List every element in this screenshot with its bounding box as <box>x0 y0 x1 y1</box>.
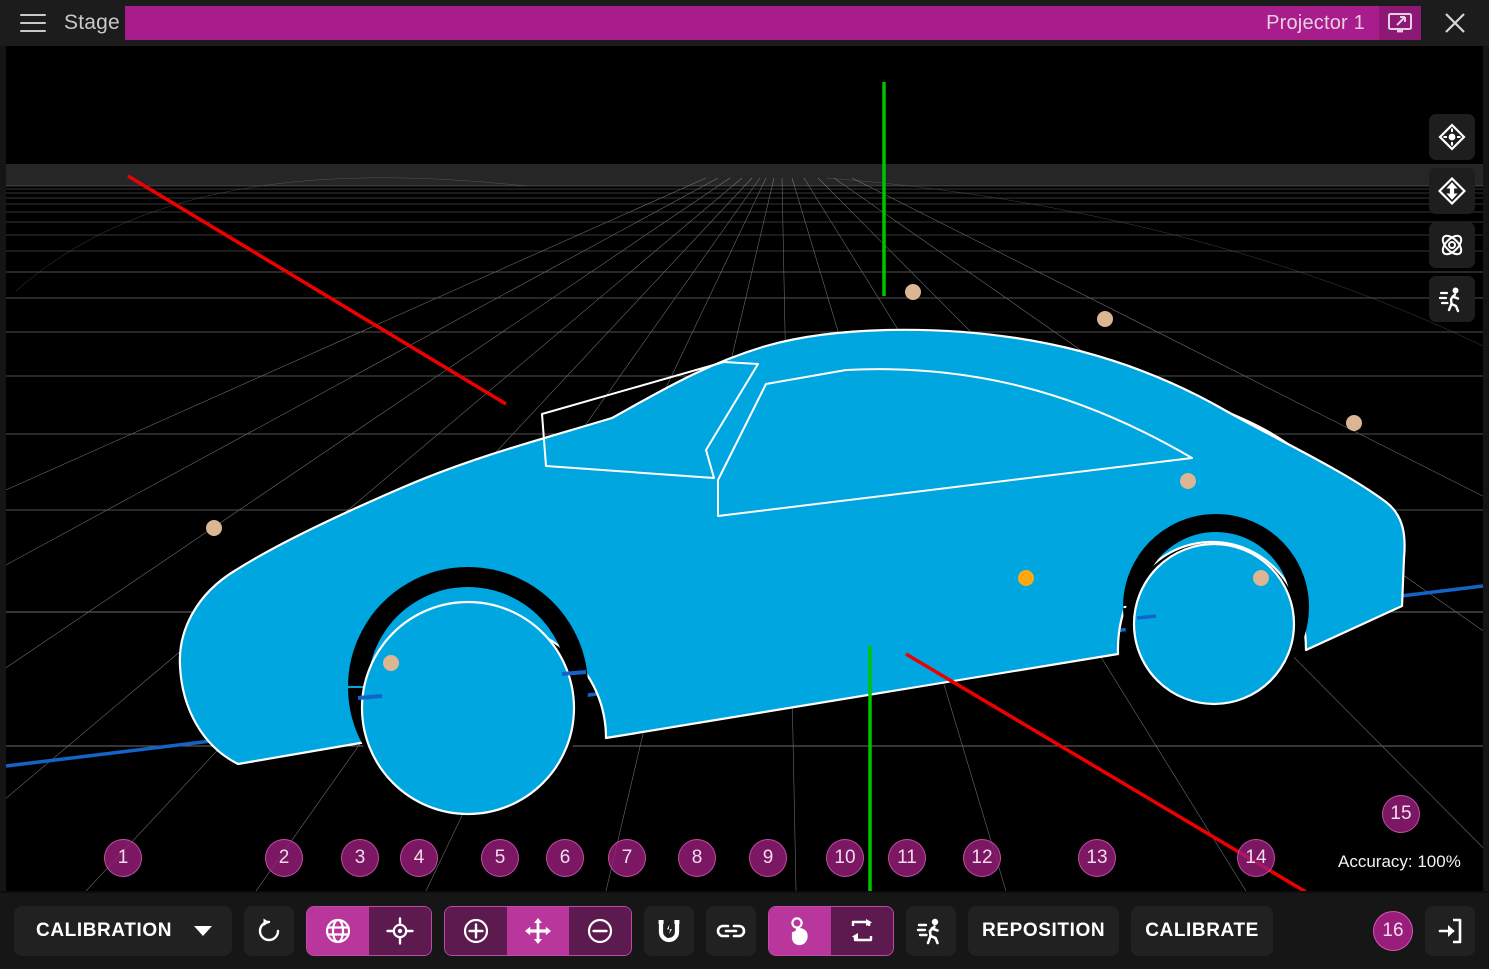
annotation-badge[interactable]: 5 <box>481 839 519 877</box>
remove-point-button[interactable] <box>569 907 631 955</box>
touch-select-toggle[interactable] <box>769 907 831 955</box>
annotation-badge[interactable]: 9 <box>749 839 787 877</box>
3d-scene <box>6 46 1483 891</box>
orbit-rotate-tool[interactable] <box>1429 222 1475 268</box>
reposition-label: REPOSITION <box>982 920 1105 942</box>
calibration-point-marker[interactable] <box>905 284 921 300</box>
reposition-button[interactable]: REPOSITION <box>968 906 1119 956</box>
annotation-badge[interactable]: 14 <box>1237 839 1275 877</box>
walk-mode-button[interactable] <box>906 906 956 956</box>
move-point-button[interactable] <box>507 907 569 955</box>
bottom-toolbar: CALIBRATION <box>0 891 1489 969</box>
mode-select-dropdown[interactable]: CALIBRATION <box>14 906 232 956</box>
walk-tool[interactable] <box>1429 276 1475 322</box>
annotation-badge-16[interactable]: 16 <box>1373 911 1413 951</box>
calibration-point-marker[interactable] <box>1253 570 1269 586</box>
annotation-badge[interactable]: 10 <box>826 839 864 877</box>
target-space-toggle[interactable] <box>369 907 431 955</box>
interaction-toggle-group <box>768 906 894 956</box>
calibration-point-marker[interactable] <box>206 520 222 536</box>
annotation-badge[interactable]: 6 <box>546 839 584 877</box>
accuracy-label: Accuracy: 100% <box>1338 852 1461 872</box>
loop-cycle-toggle[interactable] <box>831 907 893 955</box>
elevate-tool[interactable] <box>1429 168 1475 214</box>
annotation-badge[interactable]: 13 <box>1078 839 1116 877</box>
calibration-point-marker[interactable] <box>1018 570 1034 586</box>
annotation-badge[interactable]: 1 <box>104 839 142 877</box>
annotation-badge[interactable]: 15 <box>1382 795 1420 833</box>
projector-name-label: Projector 1 <box>1266 12 1365 35</box>
3d-viewport[interactable]: 123456789101112131415 Accuracy: 100% <box>0 46 1489 891</box>
annotation-badge[interactable]: 2 <box>265 839 303 877</box>
screen-cast-icon[interactable] <box>1379 6 1421 40</box>
projector-title-band: Projector 1 <box>125 6 1421 40</box>
hamburger-menu-icon[interactable] <box>16 11 50 35</box>
point-edit-toggle-group <box>444 906 632 956</box>
annotation-badge[interactable]: 3 <box>341 839 379 877</box>
chevron-down-icon <box>194 926 212 936</box>
pan-move-tool[interactable] <box>1429 114 1475 160</box>
projector-calibration-window: Stage Projector 1 <box>0 0 1489 969</box>
annotation-badge[interactable]: 7 <box>608 839 646 877</box>
calibration-point-marker[interactable] <box>1180 473 1196 489</box>
window-title-bar: Stage Projector 1 <box>0 0 1489 46</box>
annotation-badge[interactable]: 4 <box>400 839 438 877</box>
stage-label: Stage <box>64 11 120 35</box>
calibrate-label: CALIBRATE <box>1145 920 1259 942</box>
annotation-badge[interactable]: 12 <box>963 839 1001 877</box>
viewport-tool-rail <box>1429 114 1475 322</box>
link-points-button[interactable] <box>706 906 756 956</box>
calibration-point-marker[interactable] <box>1097 311 1113 327</box>
add-point-button[interactable] <box>445 907 507 955</box>
magnet-snap-button[interactable] <box>644 906 694 956</box>
calibrate-button[interactable]: CALIBRATE <box>1131 906 1273 956</box>
reset-calibration-button[interactable] <box>244 906 294 956</box>
calibration-point-marker[interactable] <box>383 655 399 671</box>
annotation-badge[interactable]: 8 <box>678 839 716 877</box>
view-space-toggle-group <box>306 906 432 956</box>
mode-select-value: CALIBRATION <box>36 920 172 942</box>
exit-calibration-button[interactable] <box>1425 906 1475 956</box>
close-icon[interactable] <box>1421 0 1489 46</box>
annotation-badge[interactable]: 11 <box>888 839 926 877</box>
world-space-toggle[interactable] <box>307 907 369 955</box>
calibration-point-marker[interactable] <box>1346 415 1362 431</box>
